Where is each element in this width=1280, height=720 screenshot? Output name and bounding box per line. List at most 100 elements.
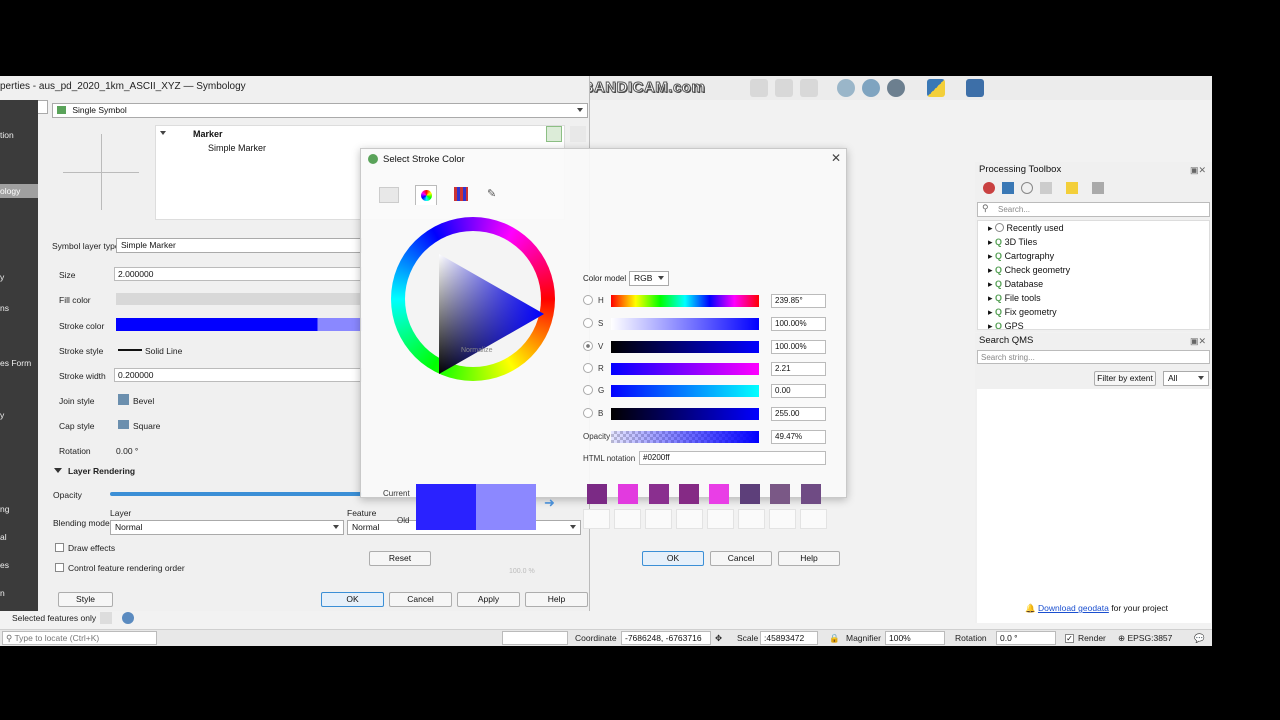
stroke-style-value[interactable]: Solid Line [145,346,182,356]
empty-swatch[interactable] [707,509,734,529]
nav-item[interactable]: al [0,532,7,542]
cancel-button[interactable]: Cancel [389,592,452,607]
tree-item-check-geometry[interactable]: ▸ Q Check geometry [988,265,1070,276]
v-input[interactable]: 100.00% [771,340,826,354]
v-radio[interactable] [583,341,593,351]
tree-item-cartography[interactable]: ▸ Q Cartography [988,251,1054,262]
swatch[interactable] [679,484,699,504]
style-button[interactable]: Style [58,592,113,607]
toolbox-search-input[interactable]: ⚲ Search... [977,202,1210,217]
s-slider[interactable] [611,318,759,330]
tree-item-gps[interactable]: ▸ Q GPS [988,321,1024,329]
h-slider[interactable] [611,295,759,307]
control-order-checkbox[interactable] [55,563,64,572]
coordinate-input[interactable]: -7686248, -6763716 [621,631,711,645]
html-notation-input[interactable]: #0200ff [639,451,826,465]
nav-item[interactable]: ng [0,504,9,514]
ok-button[interactable]: OK [321,592,384,607]
add-layer-icon[interactable] [546,126,562,142]
nav-item[interactable]: y [0,410,4,420]
ok-button[interactable]: OK [642,551,704,566]
nav-item[interactable]: n [0,588,5,598]
toolbar-tool-icon[interactable] [100,612,112,624]
b-radio[interactable] [583,408,593,418]
toolbar-tool-icon[interactable] [800,79,818,97]
filter-combo[interactable]: All [1163,371,1209,386]
symbol-layer-type-combo[interactable]: Simple Marker [116,238,362,253]
h-radio[interactable] [583,295,593,305]
s-input[interactable]: 100.00% [771,317,826,331]
stroke-color-button[interactable] [116,318,362,331]
opacity-slider[interactable] [110,492,362,496]
empty-swatch[interactable] [614,509,641,529]
identify-icon[interactable] [837,79,855,97]
empty-swatch[interactable] [645,509,672,529]
fill-color-button[interactable] [116,293,362,305]
wrench-icon[interactable] [1092,182,1104,194]
magnifier-input[interactable]: 100% [885,631,945,645]
nav-item[interactable]: y [0,272,4,282]
collapse-icon[interactable] [54,468,62,473]
help-button[interactable]: Help [778,551,840,566]
tree-item-marker[interactable]: Marker [193,129,223,139]
cancel-button[interactable]: Cancel [710,551,772,566]
g-slider[interactable] [611,385,759,397]
swatch[interactable] [587,484,607,504]
swatch[interactable] [709,484,729,504]
tab-swatches-icon[interactable] [454,187,468,201]
close-icon[interactable]: ▣✕ [1190,165,1206,176]
stroke-width-input[interactable]: 0.200000 [114,368,362,382]
tab-color-wheel-icon[interactable] [415,185,437,205]
move-up-icon[interactable] [570,126,586,142]
nav-item-information[interactable]: tion [0,130,14,140]
tree-item-recently-used[interactable]: ▸ Recently used [988,223,1064,234]
layer-blend-combo[interactable]: Normal [110,520,344,535]
qms-search-input[interactable]: Search string... [977,350,1210,364]
toolbar-tool-icon[interactable] [775,79,793,97]
close-icon[interactable]: ▣✕ [1190,336,1206,347]
nav-item[interactable]: ns [0,303,9,313]
empty-swatch[interactable] [769,509,796,529]
tree-item-file-tools[interactable]: ▸ Q File tools [988,293,1041,304]
messages-icon[interactable]: 💬 [1194,633,1205,644]
layer-rendering-header[interactable]: Layer Rendering [68,466,135,476]
renderer-combo[interactable]: Single Symbol [52,103,588,118]
close-icon[interactable]: ✕ [831,151,841,165]
crs-label[interactable]: ⊕ EPSG:3857 [1118,633,1172,644]
b-slider[interactable] [611,408,759,420]
refresh-icon[interactable] [122,612,134,624]
g-radio[interactable] [583,385,593,395]
tab-color-ramp-icon[interactable] [379,187,399,203]
swatch[interactable] [801,484,821,504]
coordinate-toggle-icon[interactable]: ✥ [715,633,722,644]
tree-item-fix-geometry[interactable]: ▸ Q Fix geometry [988,307,1057,318]
nav-item[interactable]: es [0,560,9,570]
python-icon[interactable] [927,79,945,97]
swatch[interactable] [649,484,669,504]
empty-swatch[interactable] [738,509,765,529]
edit-icon[interactable] [1066,182,1078,194]
apply-button[interactable]: Apply [457,592,520,607]
r-slider[interactable] [611,363,759,375]
tree-item-3d-tiles[interactable]: ▸ Q 3D Tiles [988,237,1037,248]
help-button[interactable]: Help [525,592,588,607]
empty-swatch[interactable] [800,509,827,529]
history-icon[interactable] [1021,182,1033,194]
toolbar-tool-icon[interactable] [750,79,768,97]
results-icon[interactable] [1040,182,1052,194]
draw-effects-checkbox[interactable] [55,543,64,552]
swatch[interactable] [740,484,760,504]
settings-icon[interactable] [887,79,905,97]
locate-search-input[interactable]: ⚲ Type to locate (Ctrl+K) [2,631,157,645]
h-input[interactable]: 239.85° [771,294,826,308]
arrow-right-icon[interactable]: ➜ [544,495,555,511]
scale-combo[interactable]: :45893472 [760,631,818,645]
eyedropper-icon[interactable]: ✎ [487,187,496,200]
nav-item-attributes-form[interactable]: es Form [0,358,31,368]
b-input[interactable]: 255.00 [771,407,826,421]
opacity-input[interactable]: 49.47% [771,430,826,444]
lock-icon[interactable]: 🔒 [829,633,840,644]
cap-style-value[interactable]: Square [133,421,160,431]
filter-by-extent-button[interactable]: Filter by extent [1094,371,1156,386]
rotation-value[interactable]: 0.00 ° [116,446,138,456]
